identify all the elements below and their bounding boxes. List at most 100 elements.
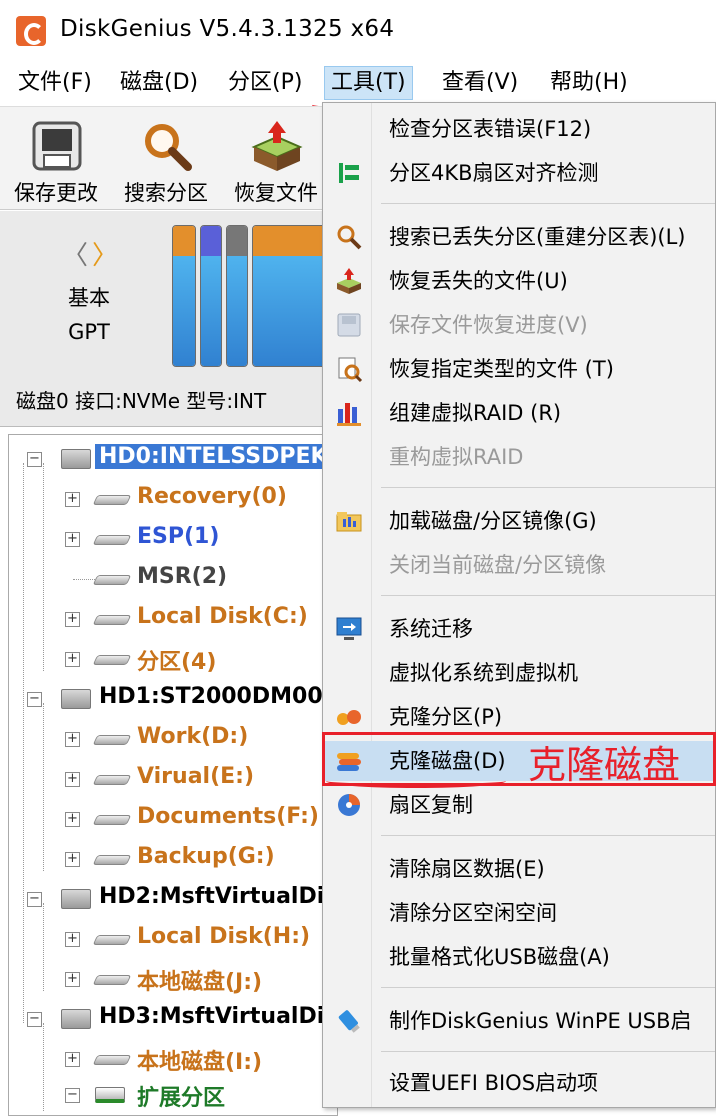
menu-item-search-lost-partitions[interactable]: 搜索已丢失分区(重建分区表)(L) <box>323 217 715 257</box>
recover-files-button[interactable]: 恢复文件 <box>224 115 328 207</box>
save-changes-button[interactable]: 保存更改 <box>4 115 108 207</box>
menu-separator <box>381 987 715 988</box>
menu-help[interactable]: 帮助(H) <box>544 66 634 100</box>
chevron-left-icon[interactable]: 〈 <box>62 241 88 271</box>
menu-view[interactable]: 查看(V) <box>436 66 524 100</box>
recover-files-label: 恢复文件 <box>234 181 318 205</box>
menu-item-clear-sector[interactable]: 清除扇区数据(E) <box>323 849 715 889</box>
menu-file[interactable]: 文件(F) <box>12 66 98 100</box>
menu-item-label: 恢复丢失的文件(U) <box>389 269 568 293</box>
tree-item-local-c[interactable]: + Local Disk(C:) <box>9 601 337 637</box>
tree-item-local-h[interactable]: + Local Disk(H:) <box>9 921 337 957</box>
tree-item-backup[interactable]: + Backup(G:) <box>9 841 337 877</box>
tree-item-work[interactable]: + Work(D:) <box>9 721 337 757</box>
hard-disk-icon <box>61 449 91 469</box>
menu-item-batch-format-usb[interactable]: 批量格式化USB磁盘(A) <box>323 937 715 977</box>
expand-icon[interactable]: + <box>65 932 80 947</box>
disk-nav-arrows[interactable]: 〈〉 <box>62 235 118 272</box>
menu-partition[interactable]: 分区(P) <box>222 66 308 100</box>
tree-item-hd1[interactable]: − HD1:ST2000DM008 <box>9 681 337 717</box>
menu-item-label: 批量格式化USB磁盘(A) <box>389 945 610 969</box>
expand-icon[interactable]: + <box>65 652 80 667</box>
tree-label: 分区(4) <box>137 650 217 675</box>
tree-item-local-j[interactable]: + 本地磁盘(J:) <box>9 961 337 997</box>
partition-map-bar[interactable] <box>172 225 332 367</box>
tree-label: HD0:INTELSSDPEK <box>95 444 332 469</box>
partition-icon <box>92 975 132 985</box>
collapse-icon[interactable]: − <box>65 1088 80 1103</box>
tree-item-hd0[interactable]: − HD0:INTELSSDPEK <box>9 441 337 477</box>
tree-item-part4[interactable]: + 分区(4) <box>9 641 337 677</box>
menu-item-save-recovery-progress[interactable]: 保存文件恢复进度(V) <box>323 305 715 345</box>
partition-icon <box>92 935 132 945</box>
collapse-icon[interactable]: − <box>27 892 42 907</box>
tree-label: 扩展分区 <box>137 1086 226 1111</box>
hard-disk-icon <box>61 889 91 909</box>
search-partition-button[interactable]: 搜索分区 <box>114 115 218 207</box>
tree-item-hd2[interactable]: − HD2:MsftVirtualDi <box>9 881 337 917</box>
menu-item-make-winpe-usb[interactable]: 制作DiskGenius WinPE USB启 <box>323 1001 715 1041</box>
menu-item-label: 保存文件恢复进度(V) <box>389 313 588 337</box>
expand-icon[interactable]: + <box>65 972 80 987</box>
title-bar: DiskGenius V5.4.3.1325 x64 <box>0 0 716 62</box>
menu-item-mount-image[interactable]: 加载磁盘/分区镜像(G) <box>323 501 715 541</box>
expand-icon[interactable]: + <box>65 532 80 547</box>
tree-item-documents[interactable]: + Documents(F:) <box>9 801 337 837</box>
partition-icon <box>92 775 132 785</box>
collapse-icon[interactable]: − <box>27 452 42 467</box>
menu-tools[interactable]: 工具(T) <box>324 66 413 100</box>
partition-segment[interactable] <box>252 225 332 367</box>
partition-icon <box>92 1055 132 1065</box>
menu-item-4k-align[interactable]: 分区4KB扇区对齐检测 <box>323 153 715 193</box>
menu-item-virtualize-system[interactable]: 虚拟化系统到虚拟机 <box>323 653 715 693</box>
collapse-icon[interactable]: − <box>27 692 42 707</box>
chevron-right-icon[interactable]: 〉 <box>92 241 118 271</box>
menu-item-clone-partition[interactable]: 克隆分区(P) <box>323 697 715 737</box>
collapse-icon[interactable]: − <box>27 1012 42 1027</box>
partition-icon <box>92 735 132 745</box>
menu-item-system-migration[interactable]: 系统迁移 <box>323 609 715 649</box>
tree-item-recovery[interactable]: + Recovery(0) <box>9 481 337 517</box>
menu-item-recover-file-types[interactable]: 恢复指定类型的文件 (T) <box>323 349 715 389</box>
menu-item-build-virtual-raid[interactable]: 组建虚拟RAID (R) <box>323 393 715 433</box>
expand-icon[interactable]: + <box>65 852 80 867</box>
diskgenius-logo-icon <box>16 16 46 46</box>
menu-item-close-image[interactable]: 关闭当前磁盘/分区镜像 <box>323 545 715 585</box>
tree-item-esp[interactable]: + ESP(1) <box>9 521 337 557</box>
partition-icon <box>92 615 132 625</box>
menu-separator <box>381 487 715 488</box>
menu-item-recover-lost-files[interactable]: 恢复丢失的文件(U) <box>323 261 715 301</box>
window-title: DiskGenius V5.4.3.1325 x64 <box>60 16 395 42</box>
menu-item-label: 清除扇区数据(E) <box>389 857 545 881</box>
partition-icon <box>92 655 132 665</box>
tree-label: HD2:MsftVirtualDi <box>99 884 325 909</box>
menu-item-rebuild-virtual-raid[interactable]: 重构虚拟RAID <box>323 437 715 477</box>
partition-segment[interactable] <box>226 225 248 367</box>
partition-segment[interactable] <box>172 225 196 367</box>
disk-tree-panel: − HD0:INTELSSDPEK + Recovery(0) + ESP(1)… <box>8 434 338 1116</box>
menu-item-clear-free-space[interactable]: 清除分区空闲空间 <box>323 893 715 933</box>
menu-item-uefi-boot[interactable]: 设置UEFI BIOS启动项 <box>323 1063 715 1103</box>
search-partition-label: 搜索分区 <box>124 181 208 205</box>
expand-icon[interactable]: + <box>65 812 80 827</box>
expand-icon[interactable]: + <box>65 772 80 787</box>
tree-item-local-i[interactable]: + 本地磁盘(I:) <box>9 1041 337 1077</box>
tree-item-hd3[interactable]: − HD3:MsftVirtualDi <box>9 1001 337 1037</box>
tree-item-extended[interactable]: − 扩展分区 <box>9 1077 337 1113</box>
menu-item-sector-copy[interactable]: 扇区复制 <box>323 785 715 825</box>
menu-item-label: 扇区复制 <box>389 793 473 817</box>
menu-disk[interactable]: 磁盘(D) <box>114 66 204 100</box>
recover-box-icon <box>251 121 303 171</box>
expand-icon[interactable]: + <box>65 612 80 627</box>
menu-separator <box>381 1051 715 1052</box>
file-search-icon <box>338 357 363 383</box>
expand-icon[interactable]: + <box>65 732 80 747</box>
expand-icon[interactable]: + <box>65 1052 80 1067</box>
menu-item-check-partition-table[interactable]: 检查分区表错误(F12) <box>323 109 715 149</box>
menu-item-label: 系统迁移 <box>389 617 473 641</box>
tree-label: ESP(1) <box>137 524 220 549</box>
partition-segment[interactable] <box>200 225 222 367</box>
expand-icon[interactable]: + <box>65 492 80 507</box>
tree-item-msr[interactable]: MSR(2) <box>9 561 337 597</box>
tree-item-virual[interactable]: + Virual(E:) <box>9 761 337 797</box>
